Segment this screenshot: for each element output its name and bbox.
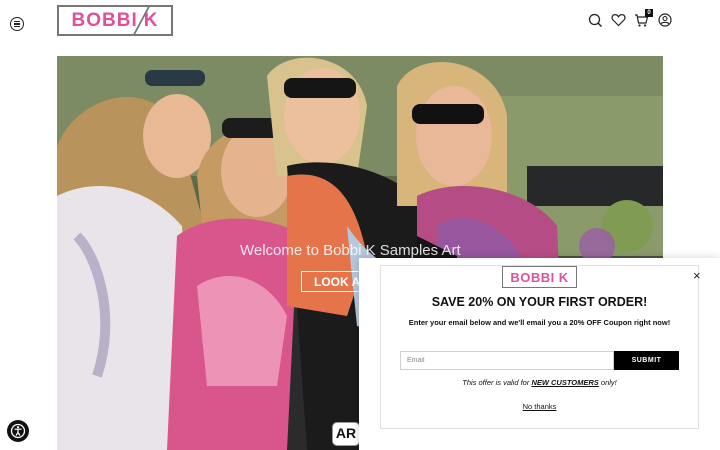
no-thanks-link[interactable]: No thanks (359, 402, 720, 411)
popup-logo: BOBBI K (502, 266, 577, 288)
hero-cta-button[interactable]: LOOK AT (301, 271, 363, 292)
popup-subtitle: Enter your email below and we'll email y… (408, 318, 671, 327)
cart-count-badge: 0 (645, 9, 653, 17)
offer-note-emphasis: NEW CUSTOMERS (531, 378, 599, 387)
site-logo[interactable]: BOBBI K (57, 5, 173, 36)
email-field[interactable] (400, 351, 614, 370)
search-icon[interactable] (588, 12, 603, 28)
logo-letter: K (132, 6, 169, 36)
logo-text: BOBBI (71, 9, 138, 31)
user-icon[interactable] (657, 12, 672, 28)
popup-logo-letter: K (558, 269, 569, 285)
close-icon[interactable]: × (693, 269, 701, 282)
cart-icon[interactable]: 0 (634, 9, 653, 28)
header-icons: 0 (588, 9, 672, 28)
heart-icon[interactable] (611, 12, 626, 28)
hero-title: Welcome to Bobbi K Samples Art (240, 242, 461, 259)
offer-note-suffix: only! (598, 378, 617, 387)
submit-button[interactable]: SUBMIT (614, 351, 679, 370)
popup-title: SAVE 20% ON YOUR FIRST ORDER! (431, 295, 648, 309)
offer-note: This offer is valid for NEW CUSTOMERS on… (359, 378, 720, 387)
ar-badge: AR (332, 422, 360, 446)
accessibility-icon[interactable] (7, 420, 29, 442)
offer-note-prefix: This offer is valid for (462, 378, 532, 387)
popup-logo-text: BOBBI (510, 269, 555, 285)
menu-icon[interactable] (10, 17, 24, 31)
site-header: BOBBI K 0 (0, 0, 720, 44)
signup-popup: × BOBBI K SAVE 20% ON YOUR FIRST ORDER! … (359, 258, 720, 450)
